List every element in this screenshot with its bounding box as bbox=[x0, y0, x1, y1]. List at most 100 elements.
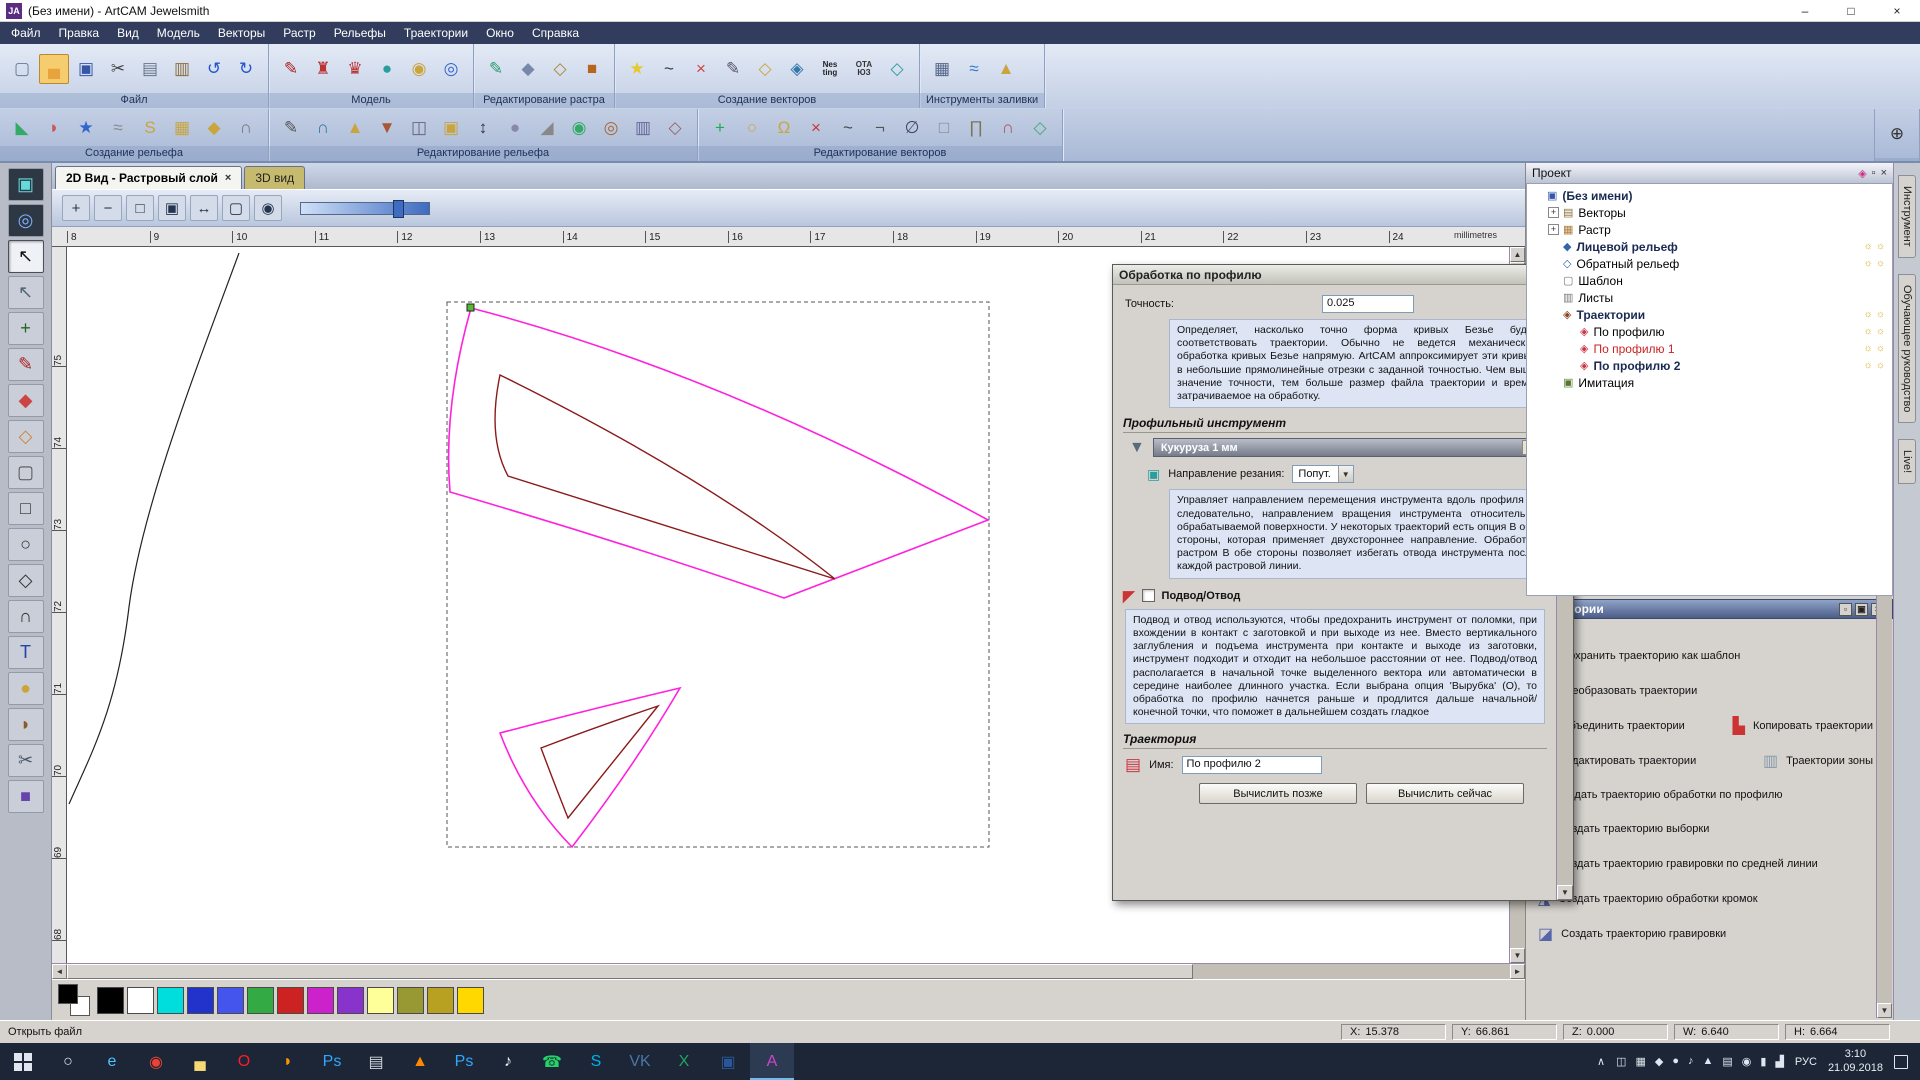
excel-icon[interactable]: X bbox=[662, 1043, 706, 1080]
toolpath-action-label[interactable]: Преобразовать траектории bbox=[1558, 685, 1697, 697]
edge-icon[interactable]: e bbox=[90, 1043, 134, 1080]
color-swatch[interactable] bbox=[247, 987, 274, 1014]
join-vectors-icon[interactable]: ~ bbox=[833, 113, 863, 143]
omega-vector-icon[interactable]: Ω bbox=[769, 113, 799, 143]
color-swatch[interactable] bbox=[307, 987, 334, 1014]
selected-tool-bar[interactable]: Кукуруза 1 мм ▼ bbox=[1153, 438, 1547, 457]
toolpath-action-label[interactable]: Сохранить траекторию как шаблон bbox=[1561, 650, 1740, 662]
photoshop-icon[interactable]: Ps bbox=[310, 1043, 354, 1080]
start-node-marker[interactable] bbox=[467, 304, 474, 311]
arc-tool-icon[interactable]: ∩ bbox=[8, 600, 44, 633]
toolpath-action-label[interactable]: Создать траекторию обработки кромок bbox=[1558, 893, 1757, 905]
docked-panel-tab[interactable]: Live! bbox=[1898, 439, 1916, 484]
color-swatch[interactable] bbox=[157, 987, 184, 1014]
color-swatch[interactable] bbox=[217, 987, 244, 1014]
star-relief-icon[interactable]: ★ bbox=[71, 113, 101, 143]
raster-shape-icon[interactable]: ◆ bbox=[513, 54, 543, 84]
dome-relief-icon[interactable]: ◗ bbox=[39, 113, 69, 143]
transform-tool-icon[interactable]: + bbox=[8, 312, 44, 345]
visibility-toggle-icons[interactable]: ☼☼ bbox=[1864, 326, 1888, 337]
visibility-toggle-icons[interactable]: ☼☼ bbox=[1864, 258, 1888, 269]
tree-item[interactable]: ▣ Имитация bbox=[1527, 374, 1892, 391]
nesting-icon[interactable]: Nes ting bbox=[814, 54, 846, 84]
tree-expander-icon[interactable]: + bbox=[1548, 207, 1559, 218]
color-swatch[interactable] bbox=[97, 987, 124, 1014]
tree-item[interactable]: ◇ Обратный рельеф ☼☼ bbox=[1527, 255, 1892, 272]
tree-expander-icon[interactable] bbox=[1548, 377, 1559, 388]
erase-tool-icon[interactable]: ◇ bbox=[8, 420, 44, 453]
clock[interactable]: 3:10 21.09.2018 bbox=[1828, 1048, 1883, 1076]
globe-model-icon[interactable]: ◎ bbox=[436, 54, 466, 84]
ellipse-tool-icon[interactable]: ○ bbox=[8, 528, 44, 561]
zoom-slider[interactable] bbox=[300, 202, 430, 215]
close-button[interactable]: × bbox=[1874, 0, 1920, 21]
menu-item[interactable]: Векторы bbox=[209, 22, 274, 44]
tree-item[interactable]: + ▤ Векторы bbox=[1527, 204, 1892, 221]
toolpath-action-label[interactable]: Траектории зоны bbox=[1786, 755, 1873, 767]
tree-item[interactable]: ◈ По профилю 1 ☼☼ bbox=[1527, 340, 1892, 357]
menu-item[interactable]: Правка bbox=[50, 22, 109, 44]
tray-icon[interactable]: ♪ bbox=[1688, 1055, 1694, 1068]
calculate-later-button[interactable]: Вычислить позже bbox=[1199, 783, 1357, 804]
scale-relief-icon[interactable]: ▣ bbox=[436, 113, 466, 143]
whatsapp-icon[interactable]: ☎ bbox=[530, 1043, 574, 1080]
scroll-down-icon[interactable]: ▼ bbox=[1877, 1003, 1892, 1018]
scroll-left-icon[interactable]: ◄ bbox=[52, 964, 67, 979]
start-button[interactable] bbox=[0, 1043, 46, 1080]
fan-vector-icon[interactable]: ◈ bbox=[782, 54, 812, 84]
crop-tool-icon[interactable]: ▢ bbox=[8, 456, 44, 489]
tray-icon[interactable]: ▟ bbox=[1775, 1055, 1783, 1068]
music-icon[interactable]: ♪ bbox=[486, 1043, 530, 1080]
height-relief-icon[interactable]: ↕ bbox=[468, 113, 498, 143]
docked-panel-tab[interactable]: Инструмент bbox=[1898, 175, 1916, 258]
tree-item[interactable]: ▣ (Без имени) bbox=[1527, 187, 1892, 204]
cut-icon[interactable]: ✂ bbox=[103, 54, 133, 84]
chrome-icon[interactable]: ◉ bbox=[134, 1043, 178, 1080]
photoshop-icon-2[interactable]: Ps bbox=[442, 1043, 486, 1080]
ring-vector-icon[interactable]: ○ bbox=[737, 113, 767, 143]
tree-item[interactable]: ◆ Лицевой рельеф ☼☼ bbox=[1527, 238, 1892, 255]
toolpath-inner-bottom[interactable] bbox=[541, 706, 658, 818]
rectangle-tool-icon[interactable]: □ bbox=[8, 492, 44, 525]
panel-header-button[interactable]: ▫ bbox=[1839, 603, 1852, 616]
zoom-window-icon[interactable]: □ bbox=[126, 195, 154, 221]
snap-vector-icon[interactable]: □ bbox=[929, 113, 959, 143]
toolpath-action-label[interactable]: Редактировать траектории bbox=[1559, 755, 1696, 767]
language-indicator[interactable]: РУС bbox=[1795, 1056, 1817, 1068]
artcam-taskbar-icon[interactable]: A bbox=[750, 1043, 794, 1080]
tree-expander-icon[interactable]: + bbox=[1548, 224, 1559, 235]
menu-item[interactable]: Справка bbox=[523, 22, 588, 44]
tree-expander-icon[interactable] bbox=[1532, 190, 1543, 201]
zoom-in-icon[interactable]: + bbox=[62, 195, 90, 221]
primary-secondary-swatch[interactable] bbox=[58, 984, 90, 1016]
vlc-icon[interactable]: ▲ bbox=[398, 1043, 442, 1080]
smudge-tool-icon[interactable]: ◗ bbox=[8, 708, 44, 741]
cross-vector-icon[interactable]: × bbox=[801, 113, 831, 143]
raster-select-icon[interactable]: ◇ bbox=[545, 54, 575, 84]
tray-icon[interactable]: ▦ bbox=[1635, 1055, 1645, 1068]
lead-in-out-checkbox[interactable] bbox=[1142, 589, 1155, 602]
snapshot-icon[interactable]: ◉ bbox=[254, 195, 282, 221]
scroll-down-icon[interactable]: ▼ bbox=[1510, 948, 1525, 963]
toolpath-action-label[interactable]: Создать траекторию выборки bbox=[1558, 823, 1709, 835]
tree-expander-icon[interactable] bbox=[1565, 343, 1576, 354]
undo-icon[interactable]: ↺ bbox=[199, 54, 229, 84]
pen-tool-icon[interactable]: ✎ bbox=[276, 54, 306, 84]
delete-node-icon[interactable]: × bbox=[686, 54, 716, 84]
menu-item[interactable]: Рельефы bbox=[325, 22, 395, 44]
swirl-relief-icon[interactable]: S bbox=[135, 113, 165, 143]
node-vector-icon[interactable]: ◇ bbox=[1025, 113, 1055, 143]
tray-icon[interactable]: ▮ bbox=[1760, 1055, 1766, 1068]
color-swatch[interactable] bbox=[397, 987, 424, 1014]
tray-icon[interactable]: ◆ bbox=[1655, 1055, 1663, 1068]
text-tool-icon[interactable]: T bbox=[8, 636, 44, 669]
droplet-tool-icon[interactable]: ● bbox=[8, 672, 44, 705]
menu-item[interactable]: Растр bbox=[274, 22, 324, 44]
color-swatch[interactable] bbox=[277, 987, 304, 1014]
polygon-tool-icon[interactable]: ◇ bbox=[8, 564, 44, 597]
mirror-relief-icon[interactable]: ◫ bbox=[404, 113, 434, 143]
tree-expander-icon[interactable] bbox=[1548, 309, 1559, 320]
scroll-down-icon[interactable]: ▼ bbox=[1557, 885, 1573, 900]
search-icon[interactable]: ○ bbox=[46, 1043, 90, 1080]
stamp-tool-icon[interactable]: ♜ bbox=[308, 54, 338, 84]
